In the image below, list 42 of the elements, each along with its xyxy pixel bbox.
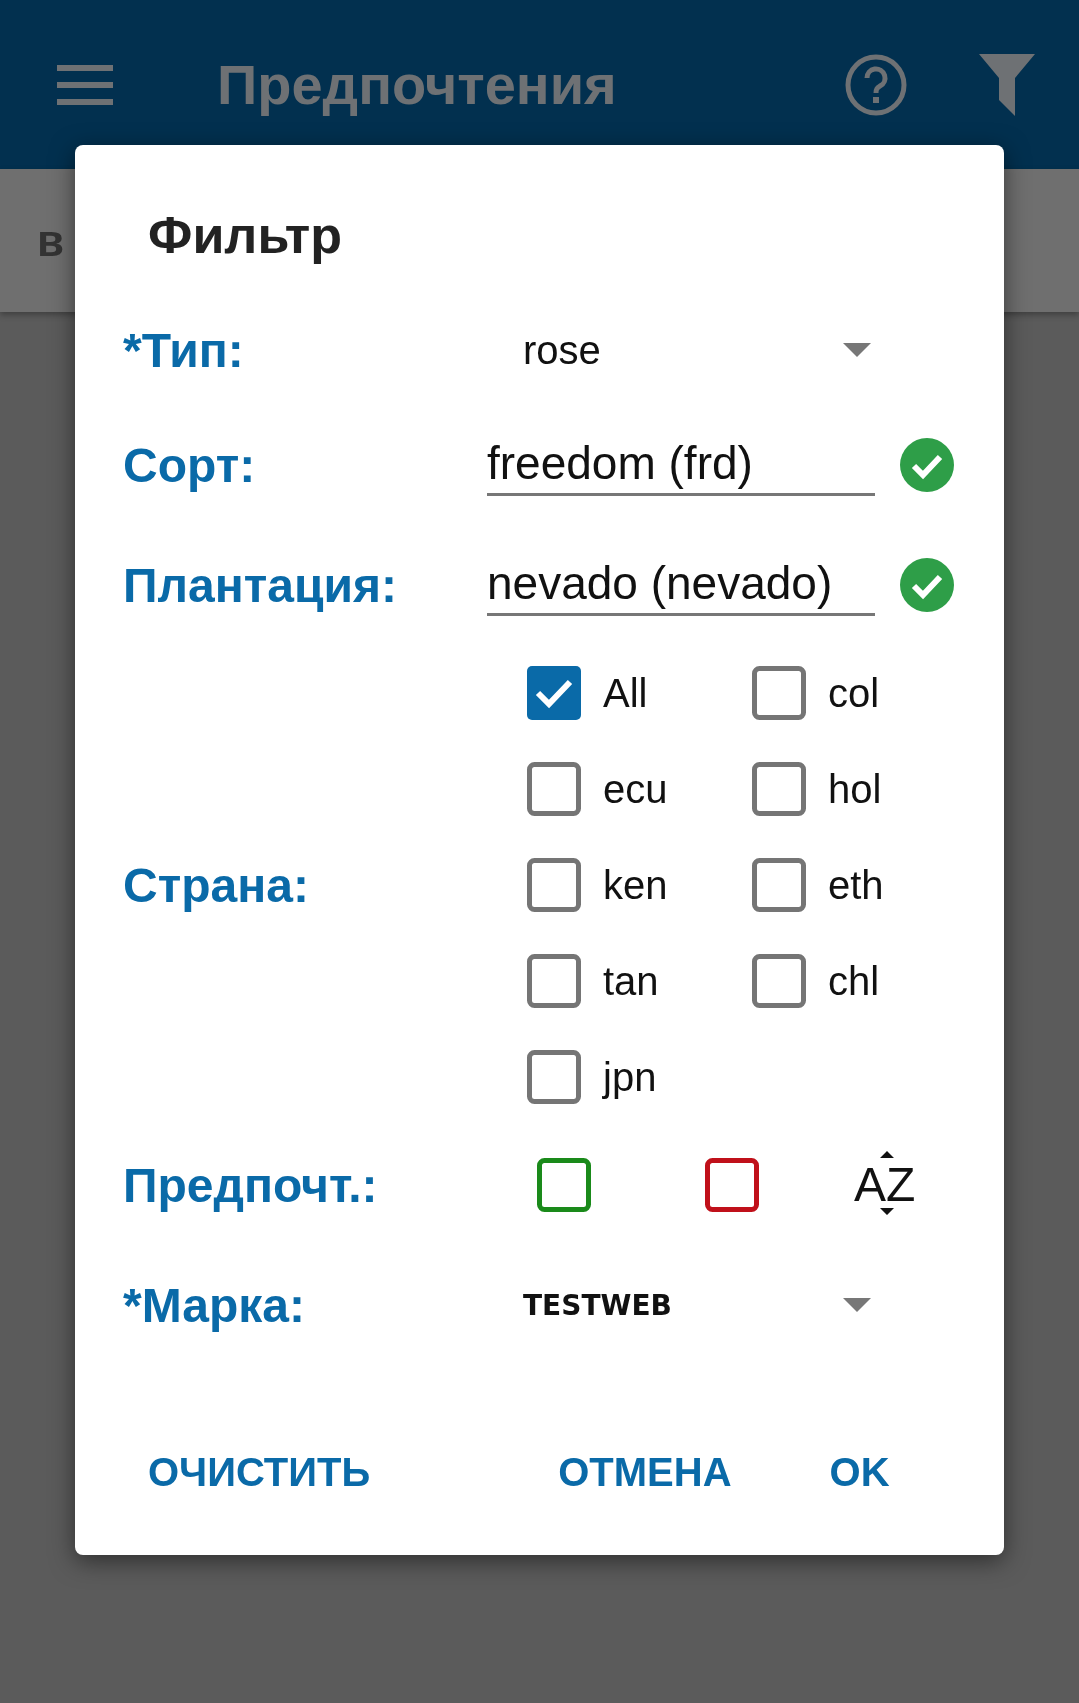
checkbox-label: eth [828, 862, 884, 908]
field-label: Предпочт.: [122, 1157, 379, 1213]
checkbox[interactable] [752, 666, 806, 720]
help-icon[interactable] [845, 53, 907, 116]
filter-icon[interactable] [979, 53, 1035, 116]
checkbox[interactable] [705, 1158, 759, 1212]
checkbox-label: hol [828, 766, 882, 812]
ok-button[interactable]: OK [829, 1445, 890, 1499]
checkbox[interactable] [527, 858, 581, 912]
dialog-title: Фильтр [148, 205, 343, 266]
checkbox[interactable] [752, 762, 806, 816]
field-label: *Тип: [122, 322, 245, 378]
brand-dropdown[interactable]: TESTWEB [487, 1255, 875, 1355]
checkbox-label: col [828, 670, 880, 716]
menu-icon[interactable] [57, 62, 113, 107]
checkbox-label: tan [603, 958, 659, 1004]
checkbox[interactable] [527, 1050, 581, 1104]
checkbox-label: jpn [603, 1054, 657, 1100]
dropdown-arrow-icon[interactable] [843, 1298, 871, 1312]
field-label: Сорт: [122, 437, 257, 493]
background-text: в [37, 215, 65, 266]
field-label: *Марка: [122, 1277, 306, 1333]
cancel-button[interactable]: ОТМЕНА [558, 1445, 732, 1499]
field-label: Страна: [122, 857, 310, 913]
checkbox[interactable] [527, 666, 581, 720]
input-field[interactable]: nevado (nevado) [487, 554, 875, 616]
app-title: Предпочтения [217, 52, 618, 117]
checkbox-label: All [603, 670, 648, 716]
checkbox[interactable] [537, 1158, 591, 1212]
type-dropdown[interactable]: rose [487, 300, 875, 400]
checkbox-label: ken [603, 862, 668, 908]
checkbox[interactable] [752, 954, 806, 1008]
checkbox[interactable] [527, 954, 581, 1008]
clear-button[interactable]: ОЧИСТИТЬ [148, 1445, 371, 1499]
field-label: Плантация: [122, 557, 398, 613]
input-field[interactable]: freedom (frd) [487, 434, 875, 496]
checkbox-label: ecu [603, 766, 668, 812]
checkbox[interactable] [527, 762, 581, 816]
dropdown-arrow-icon[interactable] [843, 343, 871, 357]
sort-button[interactable]: AZ [854, 1153, 916, 1217]
checkbox[interactable] [752, 858, 806, 912]
checkbox-label: chl [828, 958, 880, 1004]
